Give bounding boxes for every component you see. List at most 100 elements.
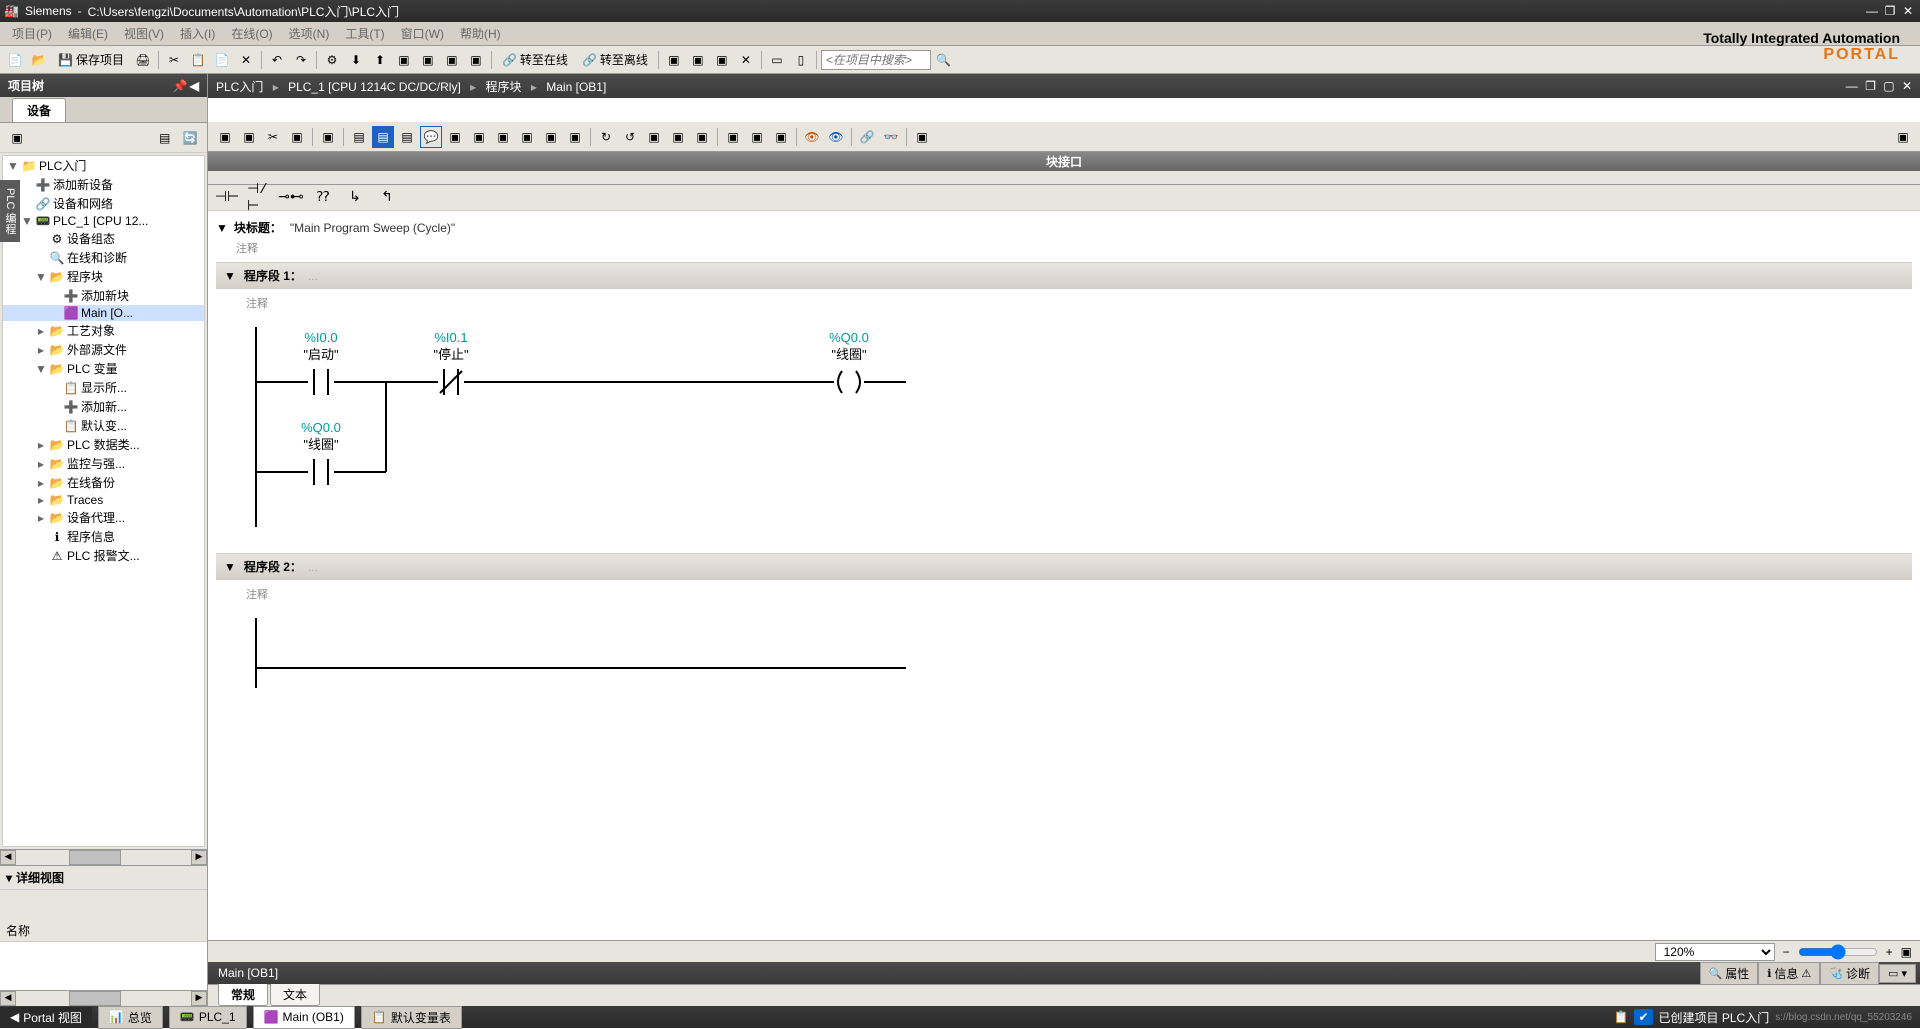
- close-button[interactable]: ✕: [1900, 4, 1916, 18]
- et-icon-4[interactable]: ▣: [286, 126, 308, 148]
- tree-item-9[interactable]: ▸📂工艺对象: [3, 321, 204, 340]
- tree-item-5[interactable]: 🔍在线和诊断: [3, 248, 204, 267]
- crumb-2[interactable]: 程序块: [486, 80, 522, 94]
- side-tab-plc-prog[interactable]: PLC 编程: [0, 180, 20, 242]
- collapse-left-icon[interactable]: ◀: [190, 79, 199, 93]
- editor-max-icon[interactable]: ▢: [1883, 79, 1894, 93]
- undo-icon[interactable]: ↶: [266, 49, 288, 71]
- scroll-left-icon[interactable]: ◀: [0, 850, 16, 865]
- ladder-editor[interactable]: ▼ 块标题： "Main Program Sweep (Cycle)" 注释 ▼…: [208, 211, 1920, 940]
- et-icon-11[interactable]: ▣: [468, 126, 490, 148]
- et-icon-23[interactable]: ▣: [770, 126, 792, 148]
- network-2-header[interactable]: ▼ 程序段 2： ...: [216, 553, 1912, 580]
- tree-sync-icon[interactable]: 🔄: [179, 127, 201, 149]
- split-h-icon[interactable]: ▭: [766, 49, 788, 71]
- coil-icon[interactable]: ⊸⊷: [278, 188, 304, 208]
- tree-item-8[interactable]: 🟪Main [O...: [3, 305, 204, 321]
- et-icon-16[interactable]: ↻: [595, 126, 617, 148]
- menu-insert[interactable]: 插入(I): [172, 23, 223, 44]
- minimize-button[interactable]: —: [1864, 4, 1880, 18]
- et-icon-8[interactable]: ▤: [396, 126, 418, 148]
- tree-item-19[interactable]: ▸📂设备代理...: [3, 508, 204, 527]
- box-icon[interactable]: ⁇: [310, 188, 336, 208]
- et-icon-6[interactable]: ▤: [348, 126, 370, 148]
- menu-help[interactable]: 帮助(H): [452, 23, 509, 44]
- tree-item-14[interactable]: 📋默认变...: [3, 416, 204, 435]
- search-input[interactable]: [821, 50, 931, 70]
- task-button-2[interactable]: 🟪Main (OB1): [253, 1006, 355, 1029]
- et-icon-15[interactable]: ▣: [564, 126, 586, 148]
- block-collapse-icon[interactable]: ▼: [216, 221, 228, 235]
- et-icon-24[interactable]: 🔗: [856, 126, 878, 148]
- tab-properties[interactable]: 🔍 属性: [1700, 962, 1759, 985]
- zoom-in-icon[interactable]: +: [1886, 945, 1893, 959]
- zoom-select[interactable]: 120%: [1655, 943, 1775, 961]
- tb-icon-8[interactable]: ✕: [735, 49, 757, 71]
- editor-restore-icon[interactable]: ❐: [1865, 79, 1876, 93]
- new-project-icon[interactable]: 📄: [4, 49, 26, 71]
- tb-icon-1[interactable]: ▣: [393, 49, 415, 71]
- et-icon-18[interactable]: ▣: [643, 126, 665, 148]
- save-project-button[interactable]: 💾 保存项目: [52, 49, 130, 71]
- tree-item-17[interactable]: ▸📂在线备份: [3, 473, 204, 492]
- tb-icon-3[interactable]: ▣: [441, 49, 463, 71]
- interface-header[interactable]: 块接口: [208, 152, 1920, 171]
- tb-icon-7[interactable]: ▣: [711, 49, 733, 71]
- delete-icon[interactable]: ✕: [235, 49, 257, 71]
- menu-tools[interactable]: 工具(T): [337, 23, 392, 44]
- tree-item-1[interactable]: ➕添加新设备: [3, 175, 204, 194]
- footer-tab-general[interactable]: 常规: [218, 984, 268, 1006]
- branch-close-icon[interactable]: ↰: [374, 188, 400, 208]
- crumb-0[interactable]: PLC入门: [216, 80, 263, 94]
- menu-view[interactable]: 视图(V): [116, 23, 172, 44]
- zoom-fit-icon[interactable]: ▣: [1901, 945, 1912, 959]
- zoom-out-icon[interactable]: −: [1783, 945, 1790, 959]
- tree-tb-icon[interactable]: ▣: [6, 127, 28, 149]
- paste-icon[interactable]: 📄: [211, 49, 233, 71]
- tree-item-12[interactable]: 📋显示所...: [3, 378, 204, 397]
- go-offline-button[interactable]: 🔗 转至离线: [576, 49, 654, 71]
- et-icon-9[interactable]: 💬: [420, 126, 442, 148]
- editor-min-icon[interactable]: —: [1846, 79, 1858, 93]
- redo-icon[interactable]: ↷: [290, 49, 312, 71]
- et-icon-5[interactable]: ▣: [317, 126, 339, 148]
- tree-item-2[interactable]: 🔗设备和网络: [3, 194, 204, 213]
- upload-icon[interactable]: ⬆: [369, 49, 391, 71]
- task-button-0[interactable]: 📊总览: [98, 1006, 163, 1029]
- crumb-3[interactable]: Main [OB1]: [546, 80, 606, 94]
- detail-scroll-left-icon[interactable]: ◀: [0, 991, 16, 1006]
- et-icon-1[interactable]: ▣: [214, 126, 236, 148]
- pin-icon[interactable]: 📌: [173, 79, 188, 93]
- menu-project[interactable]: 项目(P): [4, 23, 60, 44]
- monitor-off-icon[interactable]: 👁: [825, 126, 847, 148]
- go-online-button[interactable]: 🔗 转至在线: [496, 49, 574, 71]
- network-2-collapse-icon[interactable]: ▼: [224, 560, 236, 574]
- maximize-button[interactable]: ❐: [1882, 4, 1898, 18]
- tree-item-7[interactable]: ➕添加新块: [3, 286, 204, 305]
- zoom-slider[interactable]: [1798, 944, 1878, 960]
- network-1-collapse-icon[interactable]: ▼: [224, 269, 236, 283]
- prop-collapse-icon[interactable]: ▭ ▾: [1879, 964, 1916, 983]
- et-icon-21[interactable]: ▣: [722, 126, 744, 148]
- tab-diagnostics[interactable]: 🩺 诊断: [1820, 962, 1879, 985]
- split-v-icon[interactable]: ▯: [790, 49, 812, 71]
- tree-item-15[interactable]: ▸📂PLC 数据类...: [3, 435, 204, 454]
- et-icon-2[interactable]: ▣: [238, 126, 260, 148]
- cut-icon[interactable]: ✂: [163, 49, 185, 71]
- tree-item-20[interactable]: ℹ程序信息: [3, 527, 204, 546]
- menu-window[interactable]: 窗口(W): [393, 23, 452, 44]
- tree-item-0[interactable]: ▼📁PLC入门: [3, 156, 204, 175]
- monitor-on-icon[interactable]: 👁: [801, 126, 823, 148]
- portal-view-button[interactable]: ◀ Portal 视图: [0, 1007, 92, 1028]
- compile-icon[interactable]: ⚙: [321, 49, 343, 71]
- menu-edit[interactable]: 编辑(E): [60, 23, 116, 44]
- tb-icon-6[interactable]: ▣: [687, 49, 709, 71]
- tree-item-13[interactable]: ➕添加新...: [3, 397, 204, 416]
- editor-close-icon[interactable]: ✕: [1902, 79, 1912, 93]
- et-icon-19[interactable]: ▣: [667, 126, 689, 148]
- et-icon-12[interactable]: ▣: [492, 126, 514, 148]
- tree-item-18[interactable]: ▸📂Traces: [3, 492, 204, 508]
- detail-scroll-right-icon[interactable]: ▶: [191, 991, 207, 1006]
- tree-item-10[interactable]: ▸📂外部源文件: [3, 340, 204, 359]
- tab-info[interactable]: ℹ 信息 ⚠: [1758, 962, 1820, 985]
